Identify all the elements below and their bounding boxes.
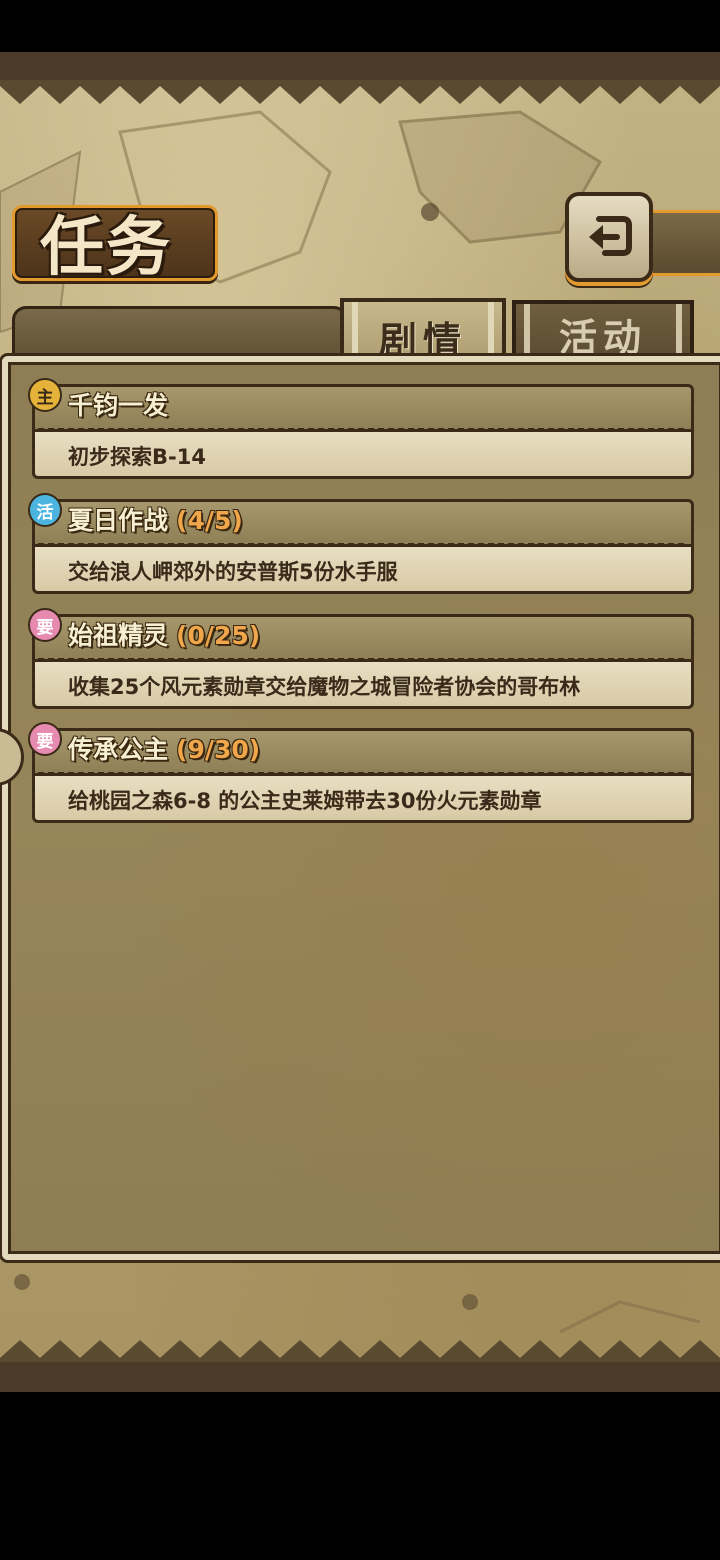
divider: [38, 772, 684, 774]
quest-description: 初步探索B-14: [68, 445, 206, 469]
quest-panel: 主 千钧一发 初步探索B-14 活 夏日作战 (4/5) 交给浪人岬郊外的安普斯5…: [0, 356, 720, 1260]
quest-title-text: 传承公主: [68, 735, 169, 764]
quest-title-text: 始祖精灵: [68, 621, 169, 650]
quest-description: 交给浪人岬郊外的安普斯5份水手服: [68, 560, 398, 584]
quest-description: 收集25个风元素勋章交给魔物之城冒险者协会的哥布林: [68, 675, 581, 699]
required-quest-badge-icon: 要: [28, 608, 62, 642]
main-quest-badge-icon: 主: [28, 378, 62, 412]
back-arrow-icon: [589, 216, 632, 256]
divider: [38, 543, 684, 545]
event-quest-badge-icon: 活: [28, 493, 62, 527]
divider: [38, 658, 684, 660]
quest-progress: (4/5): [176, 506, 243, 535]
quest-description: 给桃园之森6-8 的公主史莱姆带去30份火元素勋章: [68, 789, 542, 813]
tab-event[interactable]: 活动: [512, 300, 694, 364]
quest-title: 千钧一发: [68, 386, 168, 422]
quest-title-text: 夏日作战: [68, 506, 169, 535]
required-quest-badge-icon: 要: [28, 722, 62, 756]
quest-title-text: 千钧一发: [68, 391, 169, 420]
tab-strip: [12, 306, 348, 363]
game-screen: 任务 剧情 活动 主 千钧一发 初步探索B-14 活 夏日作战 (4/5) 交给浪…: [0, 0, 720, 1560]
quest-progress: (0/25): [176, 621, 261, 650]
quest-title: 传承公主 (9/30): [68, 730, 260, 766]
bottom-border: [0, 1362, 720, 1392]
quest-title: 夏日作战 (4/5): [68, 501, 243, 537]
divider: [38, 428, 684, 430]
quest-progress: (9/30): [176, 735, 261, 764]
bottom-zigzag-border: [0, 1340, 720, 1364]
back-button[interactable]: [565, 192, 653, 282]
page-title: 任务: [40, 210, 172, 285]
quest-title: 始祖精灵 (0/25): [68, 616, 260, 652]
